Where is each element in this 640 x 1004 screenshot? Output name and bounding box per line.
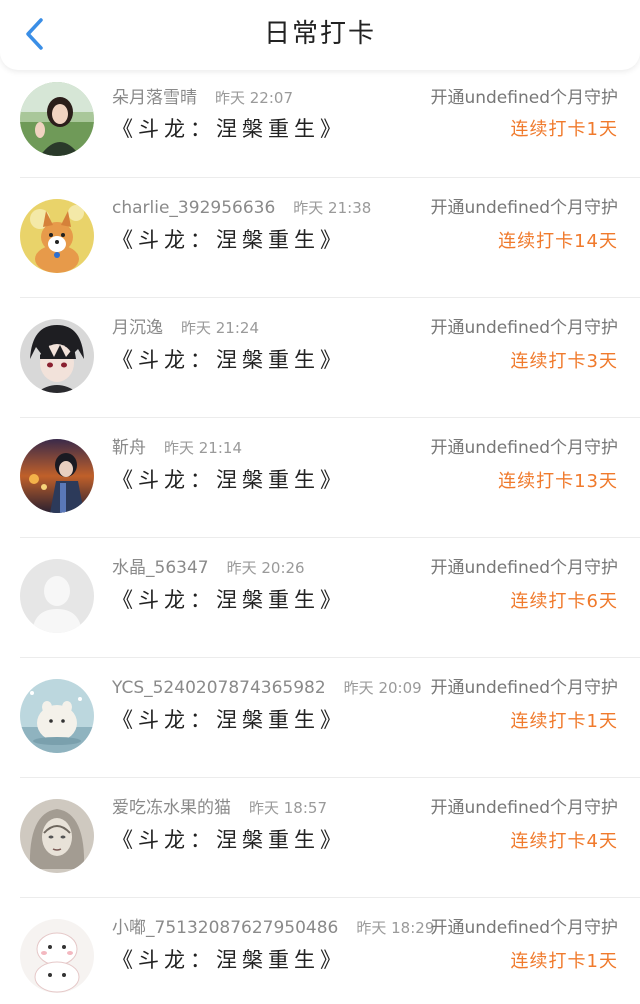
checkin-streak: 连续打卡1天 — [510, 711, 618, 732]
avatar-sketch-icon — [20, 799, 94, 873]
avatar-default-icon — [20, 559, 94, 633]
checkin-streak: 连续打卡3天 — [510, 351, 618, 372]
avatar-anime-boy-icon — [20, 319, 94, 393]
avatar-girl-icon — [20, 82, 94, 156]
guard-status: 开通undefined个月守护 — [430, 438, 618, 458]
user-line: 爱吃冻水果的猫 昨天 18:57 — [112, 796, 327, 820]
checkin-page: 日常打卡 朵月落雪晴昨天 22:07 《斗龙：涅槃重生》 开通undefine — [0, 0, 640, 1004]
avatar[interactable] — [20, 319, 94, 393]
avatar[interactable] — [20, 799, 94, 873]
guard-status: 开通undefined个月守护 — [430, 678, 618, 698]
avatar[interactable] — [20, 82, 94, 156]
avatar[interactable] — [20, 919, 94, 993]
checkin-streak: 连续打卡4天 — [510, 831, 618, 852]
guard-status: 开通undefined个月守护 — [430, 198, 618, 218]
user-line: 靳舟 昨天 21:14 — [112, 436, 242, 460]
book-title: 《斗龙：涅槃重生》 — [112, 348, 346, 372]
list-item[interactable]: 水晶_56347 昨天 20:26 《斗龙：涅槃重生》 开通undefined个月… — [0, 538, 640, 658]
checkin-streak: 连续打卡1天 — [510, 119, 618, 140]
avatar[interactable] — [20, 439, 94, 513]
checkin-streak: 连续打卡1天 — [510, 951, 618, 972]
user-name[interactable]: charlie_392956636 — [112, 198, 275, 218]
user-line: 朵月落雪晴 昨天 22:07 — [112, 86, 293, 110]
user-line: charlie_392956636 昨天 21:38 — [112, 196, 371, 220]
avatar-puppy-icon — [20, 919, 94, 993]
avatar-fluffy-icon — [20, 679, 94, 753]
top-bar: 日常打卡 — [0, 0, 640, 70]
list-item[interactable]: 朵月落雪晴 昨天 22:07 《斗龙：涅槃重生》 开通undefined个月守护 … — [0, 70, 640, 178]
checkin-time: 昨天 22:07 — [215, 89, 293, 107]
checkin-time: 昨天 21:24 — [181, 319, 259, 337]
checkin-streak: 连续打卡6天 — [510, 591, 618, 612]
user-line: YCS_5240207874365982 昨天 20:09 — [112, 676, 422, 700]
user-line: 小嘟_75132087627950486 昨天 18:29 — [112, 916, 434, 940]
avatar[interactable] — [20, 679, 94, 753]
user-name[interactable]: 朵月落雪晴 — [112, 88, 197, 108]
list-item[interactable]: charlie_392956636 昨天 21:38 《斗龙：涅槃重生》 开通un… — [0, 178, 640, 298]
book-title: 《斗龙：涅槃重生》 — [112, 117, 346, 141]
guard-status: 开通undefined个月守护 — [430, 88, 618, 108]
avatar[interactable] — [20, 559, 94, 633]
list-item[interactable]: 靳舟 昨天 21:14 《斗龙：涅槃重生》 开通undefined个月守护 连续打… — [0, 418, 640, 538]
guard-status: 开通undefined个月守护 — [430, 798, 618, 818]
checkin-time: 昨天 18:29 — [356, 919, 435, 937]
user-line: 水晶_56347 昨天 20:26 — [112, 556, 305, 580]
book-title: 《斗龙：涅槃重生》 — [112, 828, 346, 852]
checkin-streak: 连续打卡13天 — [498, 471, 618, 492]
checkin-time: 昨天 21:38 — [293, 199, 372, 217]
book-title: 《斗龙：涅槃重生》 — [112, 948, 346, 972]
book-title: 《斗龙：涅槃重生》 — [112, 228, 346, 252]
book-title: 《斗龙：涅槃重生》 — [112, 588, 346, 612]
list-item[interactable]: 月沉逸 昨天 21:24 《斗龙：涅槃重生》 开通undefined个月守护 连续… — [0, 298, 640, 418]
user-name[interactable]: 月沉逸 — [112, 318, 163, 338]
guard-status: 开通undefined个月守护 — [430, 558, 618, 578]
book-title: 《斗龙：涅槃重生》 — [112, 468, 346, 492]
checkin-streak: 连续打卡14天 — [498, 231, 618, 252]
guard-status: 开通undefined个月守护 — [430, 318, 618, 338]
page-title: 日常打卡 — [263, 19, 376, 49]
avatar-anime-sunset-icon — [20, 439, 94, 513]
guard-status: 开通undefined个月守护 — [430, 918, 618, 938]
user-name[interactable]: 靳舟 — [112, 438, 146, 458]
list-item[interactable]: 爱吃冻水果的猫 昨天 18:57 《斗龙：涅槃重生》 开通undefined个月守… — [0, 778, 640, 898]
checkin-time: 昨天 18:57 — [249, 799, 327, 817]
user-name[interactable]: 爱吃冻水果的猫 — [112, 798, 231, 818]
checkin-time: 昨天 20:09 — [343, 679, 422, 697]
avatar[interactable] — [20, 199, 94, 273]
checkin-time: 昨天 21:14 — [164, 439, 242, 457]
book-title: 《斗龙：涅槃重生》 — [112, 708, 346, 732]
checkin-time: 昨天 20:26 — [226, 559, 305, 577]
user-name[interactable]: 小嘟_75132087627950486 — [112, 918, 338, 938]
checkin-list: 朵月落雪晴 昨天 22:07 《斗龙：涅槃重生》 开通undefined个月守护 … — [0, 70, 640, 1004]
user-name[interactable]: 水晶_56347 — [112, 558, 209, 578]
list-item[interactable]: YCS_5240207874365982 昨天 20:09 《斗龙：涅槃重生》 开… — [0, 658, 640, 778]
list-item[interactable]: 小嘟_75132087627950486 昨天 18:29 《斗龙：涅槃重生》 开… — [0, 898, 640, 1004]
user-name[interactable]: YCS_5240207874365982 — [112, 678, 326, 698]
user-line: 月沉逸 昨天 21:24 — [112, 316, 259, 340]
avatar-corgi-icon — [20, 199, 94, 273]
